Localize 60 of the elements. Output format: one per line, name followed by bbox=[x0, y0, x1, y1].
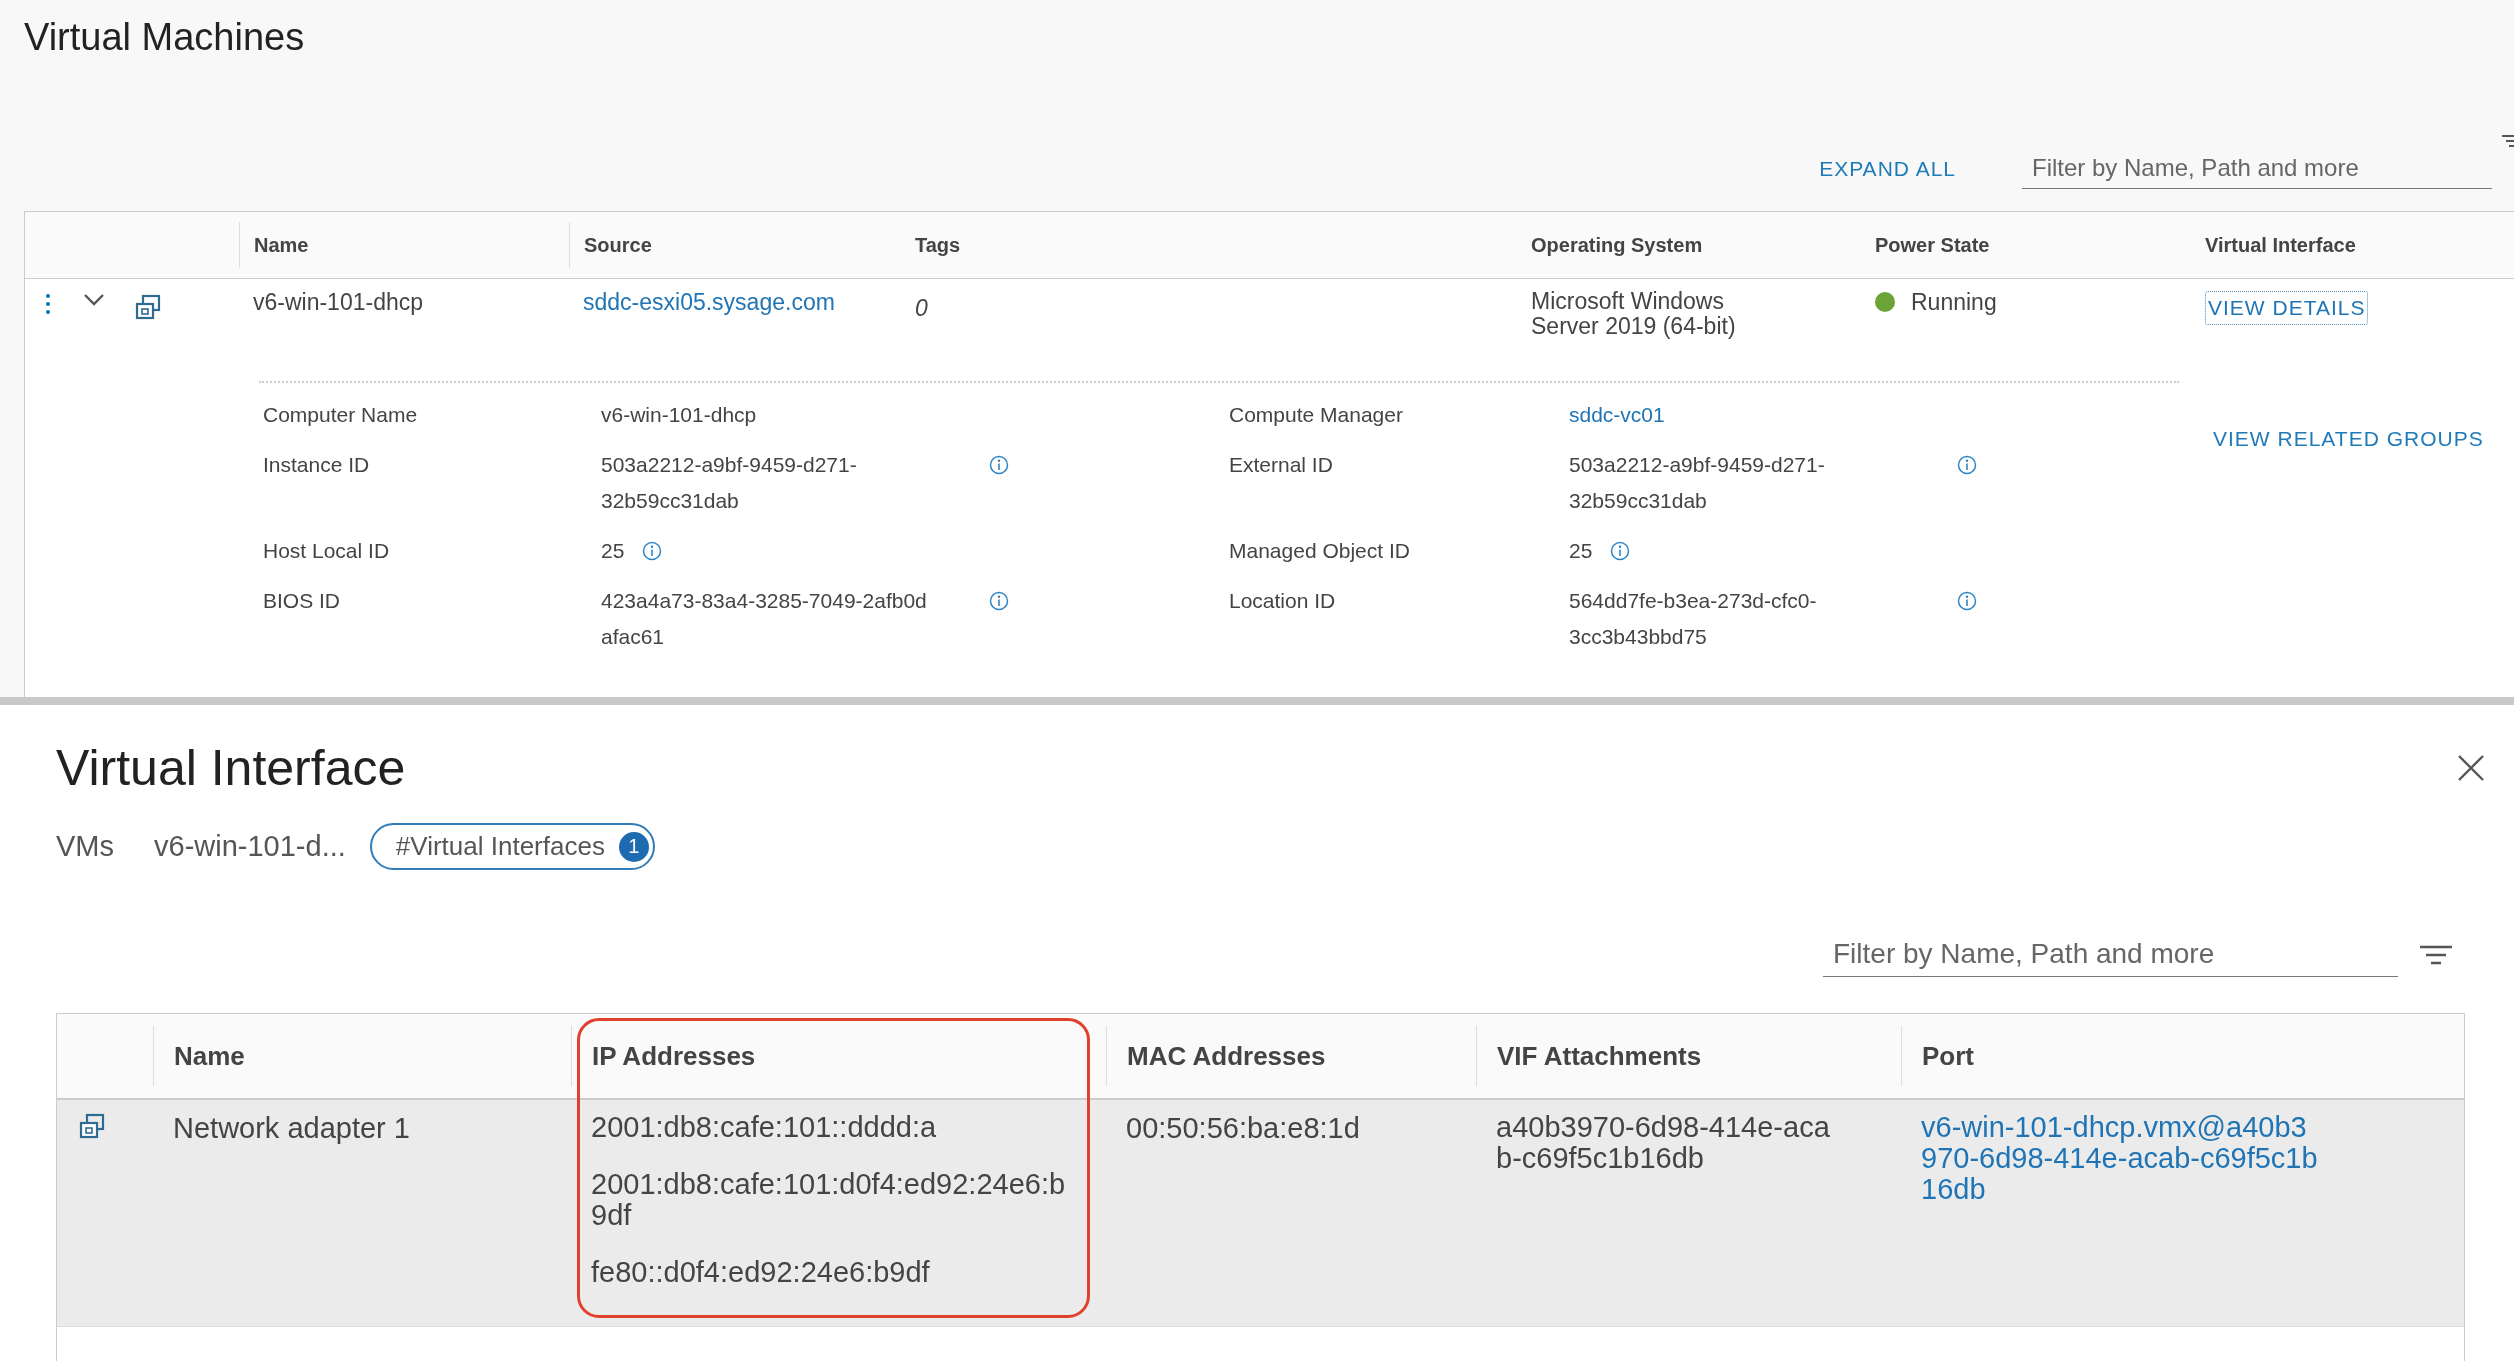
detail-label: Managed Object ID bbox=[1228, 538, 1411, 564]
operating-system: Microsoft Windows Server 2019 (64-bit) bbox=[1531, 289, 1737, 339]
detail-value: v6-win-101-dhcp bbox=[601, 402, 757, 428]
view-related-groups-button[interactable]: VIEW RELATED GROUPS bbox=[2213, 427, 2484, 451]
breadcrumb-item[interactable]: v6-win-101-d... bbox=[154, 830, 346, 863]
info-icon[interactable] bbox=[1957, 455, 1977, 475]
info-icon[interactable] bbox=[1957, 591, 1977, 611]
power-state: Running bbox=[1911, 289, 1997, 316]
filter-icon[interactable] bbox=[2420, 944, 2452, 965]
column-header: Tags bbox=[915, 233, 961, 257]
detail-label: Compute Manager bbox=[1228, 402, 1404, 428]
breadcrumb-chip[interactable]: #Virtual Interfaces 1 bbox=[369, 823, 655, 870]
detail-label: Computer Name bbox=[262, 402, 419, 428]
column-header: Source bbox=[584, 233, 652, 257]
column-header: VIF Attachments bbox=[1497, 1040, 1702, 1072]
detail-label: Instance ID bbox=[262, 452, 371, 478]
adapter-name: Network adapter 1 bbox=[173, 1112, 410, 1145]
detail-label: BIOS ID bbox=[262, 588, 342, 614]
column-header: Power State bbox=[1875, 233, 1990, 257]
close-icon[interactable] bbox=[2456, 753, 2486, 783]
column-header: Name bbox=[254, 233, 309, 257]
expand-all-button[interactable]: EXPAND ALL bbox=[1819, 156, 1956, 181]
column-header: Virtual Interface bbox=[2205, 233, 2356, 257]
detail-label: External ID bbox=[1228, 452, 1334, 478]
column-header: Port bbox=[1922, 1040, 1974, 1072]
detail-value: 423a4a73-83a4-3285-7049-2afb0d afac61 bbox=[601, 588, 928, 650]
detail-label: Host Local ID bbox=[262, 538, 391, 564]
vif-attachment: a40b3970-6d98-414e-acab-c69f5c1b16db bbox=[1496, 1112, 1831, 1174]
column-header: Name bbox=[174, 1040, 245, 1072]
column-header: Operating System bbox=[1531, 233, 1703, 257]
detail-value: 25 bbox=[1569, 538, 1593, 564]
filter-field[interactable]: Filter by Name, Path and more bbox=[1823, 932, 2398, 977]
breadcrumb-item[interactable]: VMs bbox=[56, 830, 114, 863]
detail-value: 503a2212-a9bf-9459-d271-32b59cc31dab bbox=[601, 452, 858, 514]
info-icon[interactable] bbox=[1610, 541, 1631, 561]
source-link[interactable]: sddc-esxi05.sysage.com bbox=[583, 289, 835, 316]
ip-address: 2001:db8:cafe:101::dddd:a bbox=[591, 1112, 937, 1143]
info-icon[interactable] bbox=[989, 455, 1009, 475]
ip-address: 2001:db8:cafe:101:d0f4:ed92:24e6:b9df bbox=[591, 1169, 1067, 1231]
more-icon[interactable] bbox=[45, 293, 51, 315]
page-title: Virtual Machines bbox=[24, 15, 306, 60]
mac-address: 00:50:56:ba:e8:1d bbox=[1126, 1112, 1360, 1145]
detail-value: 503a2212-a9bf-9459-d271-32b59cc31dab bbox=[1569, 452, 1826, 514]
ip-address: fe80::d0f4:ed92:24e6:b9df bbox=[591, 1257, 930, 1288]
detail-value: 25 bbox=[601, 538, 625, 564]
filter-field[interactable]: Filter by Name, Path and more bbox=[2022, 148, 2492, 189]
port-link[interactable]: v6-win-101-dhcp.vmx@a40b3970-6d98-414e-acab-c69f5c1b16db bbox=[1921, 1112, 2321, 1205]
filter-icon[interactable] bbox=[2502, 134, 2514, 150]
info-icon[interactable] bbox=[642, 541, 663, 561]
chevron-icon[interactable] bbox=[83, 293, 105, 307]
detail-link[interactable]: sddc-vc01 bbox=[1569, 397, 1665, 433]
count-badge: 1 bbox=[618, 831, 649, 862]
column-header: MAC Addresses bbox=[1127, 1040, 1326, 1072]
panel-title: Virtual Interface bbox=[56, 739, 406, 797]
vm-name: v6-win-101-dhcp bbox=[253, 289, 424, 316]
tags-count: 0 bbox=[915, 295, 928, 322]
info-icon[interactable] bbox=[989, 591, 1009, 611]
column-header: IP Addresses bbox=[592, 1040, 756, 1072]
detail-value: 564dd7fe-b3ea-273d-cfc0-3cc3b43bbd75 bbox=[1569, 588, 1818, 650]
detail-label: Location ID bbox=[1228, 588, 1337, 614]
